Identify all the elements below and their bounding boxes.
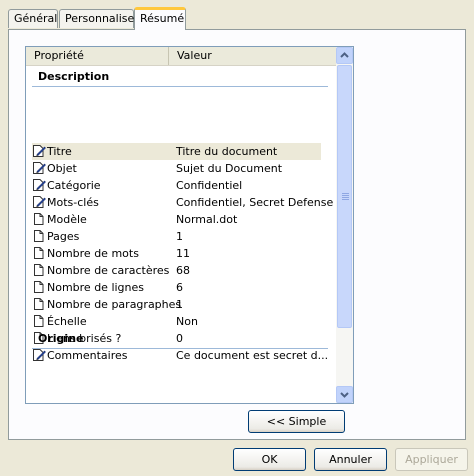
list-item[interactable]: Nombre de lignes 6: [32, 279, 321, 296]
property-value: Sujet du Document: [176, 162, 283, 175]
page-icon: [32, 229, 45, 243]
property-value: Confidentiel: [176, 179, 243, 192]
property-name: Catégorie: [47, 179, 101, 192]
property-name: Pages: [47, 230, 80, 243]
vertical-scrollbar[interactable]: [336, 47, 353, 403]
list-item[interactable]: Modèle Normal.dot: [32, 211, 321, 228]
page-icon: [32, 212, 45, 226]
list-item[interactable]: Nombre de paragraphes 1: [32, 296, 321, 313]
column-header-property[interactable]: Propriété: [26, 47, 169, 65]
page-icon: [32, 263, 45, 277]
group-divider: [32, 348, 328, 349]
property-name: Mots-clés: [47, 196, 99, 209]
list-item[interactable]: Mots-clés Confidentiel, Secret Defense: [32, 194, 333, 211]
page-icon: [32, 246, 45, 260]
property-name: Modèle: [47, 213, 87, 226]
scroll-down-button[interactable]: [336, 386, 353, 403]
group-title-description: Description: [38, 70, 110, 83]
summary-tab-panel: Propriété Valeur Description Titre Titre …: [8, 29, 466, 440]
property-value: 11: [176, 247, 190, 260]
property-value: 1: [176, 298, 183, 311]
property-value: 0: [176, 332, 183, 345]
list-item[interactable]: Objet Sujet du Document: [32, 160, 321, 177]
property-name: Objet: [47, 162, 77, 175]
property-value: Non: [176, 315, 198, 328]
simple-button[interactable]: << Simple: [248, 410, 345, 433]
list-item[interactable]: Échelle Non: [32, 313, 321, 330]
chevron-down-icon: [340, 392, 349, 398]
property-value: 1: [176, 230, 183, 243]
cancel-button[interactable]: Annuler: [314, 448, 387, 471]
scroll-up-button[interactable]: [336, 47, 353, 64]
tab-general[interactable]: Général: [8, 9, 58, 28]
scroll-thumb[interactable]: [337, 65, 352, 328]
edit-pencil-icon: [32, 348, 46, 362]
property-value: Titre du document: [176, 145, 278, 158]
ok-button[interactable]: OK: [233, 448, 306, 471]
property-name: Titre: [47, 145, 72, 158]
edit-pencil-icon: [32, 161, 46, 175]
group-title-origin: Origine: [38, 332, 84, 345]
property-name: Nombre de mots: [47, 247, 139, 260]
edit-pencil-icon: [32, 144, 46, 158]
apply-button: Appliquer: [395, 448, 468, 471]
edit-pencil-icon: [32, 195, 46, 209]
property-name: Échelle: [47, 315, 87, 328]
list-item[interactable]: Commentaires Ce document est secret d...: [32, 347, 328, 364]
property-value: Ce document est secret d...: [176, 349, 329, 362]
property-value: Confidentiel, Secret Defense: [176, 196, 334, 209]
property-name: Nombre de caractères: [47, 264, 170, 277]
list-header: Propriété Valeur: [26, 47, 336, 66]
edit-pencil-icon: [32, 178, 46, 192]
property-value: Normal.dot: [176, 213, 238, 226]
property-value: 68: [176, 264, 190, 277]
list-body: Description Titre Titre du document Objet S…: [26, 66, 336, 403]
page-icon: [32, 280, 45, 294]
list-item[interactable]: Pages 1: [32, 228, 321, 245]
list-item[interactable]: Catégorie Confidentiel: [32, 177, 321, 194]
column-header-value[interactable]: Valeur: [169, 47, 336, 65]
chevron-up-icon: [340, 52, 349, 58]
list-item[interactable]: Nombre de mots 11: [32, 245, 321, 262]
property-name: Commentaires: [47, 349, 128, 362]
tab-personnaliser[interactable]: Personnaliser: [59, 9, 139, 28]
list-item[interactable]: Titre Titre du document: [32, 143, 321, 160]
property-name: Nombre de lignes: [47, 281, 145, 294]
properties-list[interactable]: Propriété Valeur Description Titre Titre …: [25, 46, 354, 404]
page-icon: [32, 297, 45, 311]
property-value: 6: [176, 281, 183, 294]
list-item[interactable]: Nombre de caractères 68: [32, 262, 321, 279]
page-icon: [32, 314, 45, 328]
group-divider: [32, 86, 328, 87]
tab-resume[interactable]: Résumé: [134, 7, 186, 30]
property-name: Nombre de paragraphes: [47, 298, 182, 311]
